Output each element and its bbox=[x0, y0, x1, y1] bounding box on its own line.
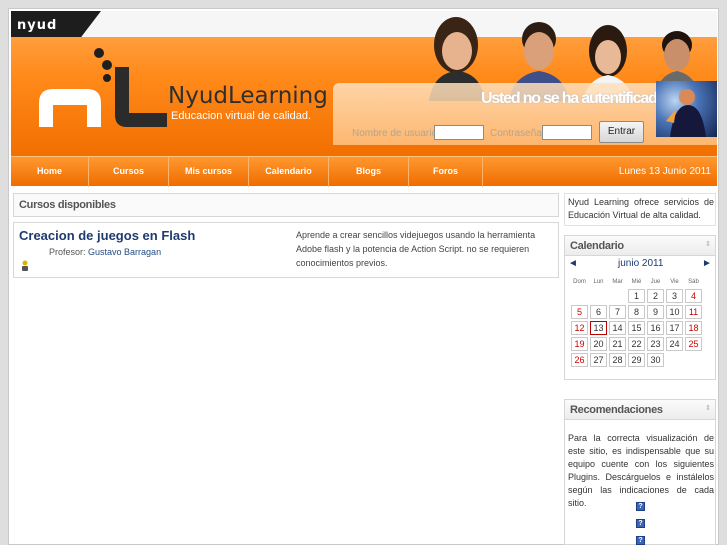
calendar-day[interactable]: 22 bbox=[628, 337, 645, 351]
calendar-day[interactable]: 25 bbox=[685, 337, 702, 351]
profile-photo bbox=[656, 81, 717, 137]
nav-home[interactable]: Home bbox=[11, 157, 89, 187]
nav-foros[interactable]: Foros bbox=[409, 157, 483, 187]
calendar-month[interactable]: junio 2011 bbox=[618, 258, 663, 269]
about-text: Nyud Learning ofrece servicios de Educac… bbox=[568, 197, 714, 220]
login-button[interactable]: Entrar bbox=[599, 121, 644, 143]
calendar-empty bbox=[609, 289, 626, 303]
mini-logo[interactable]: nyud bbox=[17, 18, 57, 33]
courses-heading: Cursos disponibles bbox=[14, 194, 558, 216]
calendar-day[interactable]: 30 bbox=[647, 353, 664, 367]
professor-label: Profesor: bbox=[49, 247, 86, 257]
calendar-heading: Calendario bbox=[565, 236, 715, 256]
tagline: Educacion virtual de calidad. bbox=[171, 110, 312, 122]
calendar-day[interactable]: 2 bbox=[647, 289, 664, 303]
nav-cursos[interactable]: Cursos bbox=[89, 157, 169, 187]
calendar-day[interactable]: 10 bbox=[666, 305, 683, 319]
nav-mis-cursos[interactable]: Mis cursos bbox=[169, 157, 249, 187]
calendar-day[interactable]: 17 bbox=[666, 321, 683, 335]
calendar-day[interactable]: 18 bbox=[685, 321, 702, 335]
calendar-empty bbox=[571, 289, 588, 303]
brand-name: NyudLearning bbox=[168, 83, 328, 109]
calendar-weekday: Lun bbox=[593, 278, 604, 285]
calendar-weekday: Jue bbox=[650, 278, 661, 285]
calendar-day[interactable]: 16 bbox=[647, 321, 664, 335]
username-label: Nombre de usuario bbox=[352, 128, 438, 139]
calendar-day[interactable]: 15 bbox=[628, 321, 645, 335]
about-box: Nyud Learning ofrece servicios de Educac… bbox=[564, 193, 716, 226]
calendar-next-icon[interactable]: ► bbox=[702, 258, 712, 269]
calendar-day[interactable]: 5 bbox=[571, 305, 588, 319]
collapse-icon[interactable]: ⇕ bbox=[705, 240, 711, 248]
nyud-logo-icon[interactable] bbox=[31, 45, 171, 137]
password-label: Contraseña bbox=[490, 128, 542, 139]
not-authenticated-text: Usted no se ha autentificado. bbox=[481, 90, 670, 107]
calendar-prev-icon[interactable]: ◄ bbox=[568, 258, 578, 269]
main-nav: Home Cursos Mis cursos Calendario Blogs … bbox=[11, 156, 717, 187]
course-description: Aprende a crear sencillos videjuegos usa… bbox=[296, 230, 536, 268]
user-icon bbox=[22, 260, 28, 271]
calendar-grid: Dom Lun Mar Mié Jue Vie Sáb 1 2 3 4 5 6 7 8 9 10 11 12 13 1… bbox=[569, 274, 704, 369]
plugin-icon[interactable]: ? bbox=[636, 519, 645, 528]
calendar-empty bbox=[685, 353, 702, 367]
professor-link[interactable]: Gustavo Barragan bbox=[88, 247, 161, 257]
calendar-weekday: Mié bbox=[631, 278, 642, 285]
calendar-day[interactable]: 24 bbox=[666, 337, 683, 351]
course-title[interactable]: Creacion de juegos en Flash bbox=[19, 228, 195, 243]
calendar-day[interactable]: 12 bbox=[571, 321, 588, 335]
calendar-empty bbox=[590, 289, 607, 303]
course-professor: Profesor: Gustavo Barragan bbox=[49, 247, 161, 257]
calendar-day[interactable]: 9 bbox=[647, 305, 664, 319]
current-date: Lunes 13 Junio 2011 bbox=[618, 166, 711, 177]
calendar-weekday: Sáb bbox=[688, 278, 699, 285]
plugin-icon[interactable]: ? bbox=[636, 536, 645, 545]
calendar-day[interactable]: 29 bbox=[628, 353, 645, 367]
calendar-day[interactable]: 21 bbox=[609, 337, 626, 351]
calendar-weekday: Vie bbox=[670, 278, 679, 285]
username-input[interactable] bbox=[434, 125, 484, 140]
calendar-day[interactable]: 7 bbox=[609, 305, 626, 319]
password-input[interactable] bbox=[542, 125, 592, 140]
calendar-day[interactable]: 4 bbox=[685, 289, 702, 303]
calendar-day[interactable]: 26 bbox=[571, 353, 588, 367]
collapse-icon[interactable]: ⇕ bbox=[705, 404, 711, 412]
nav-calendario[interactable]: Calendario bbox=[249, 157, 329, 187]
calendar-day[interactable]: 8 bbox=[628, 305, 645, 319]
calendar-day[interactable]: 14 bbox=[609, 321, 626, 335]
calendar-day[interactable]: 1 bbox=[628, 289, 645, 303]
calendar-day[interactable]: 20 bbox=[590, 337, 607, 351]
calendar-empty bbox=[666, 353, 683, 367]
calendar-day[interactable]: 6 bbox=[590, 305, 607, 319]
calendar-today[interactable]: 13 bbox=[590, 321, 607, 335]
calendar-day[interactable]: 28 bbox=[609, 353, 626, 367]
plugin-icon[interactable]: ? bbox=[636, 502, 645, 511]
calendar-weekday: Mar bbox=[612, 278, 623, 285]
recommendations-heading: Recomendaciones bbox=[565, 400, 715, 420]
course-item: Creacion de juegos en Flash Profesor: Gu… bbox=[13, 222, 559, 278]
nav-blogs[interactable]: Blogs bbox=[329, 157, 409, 187]
calendar-weekday: Dom bbox=[573, 278, 586, 285]
calendar-day[interactable]: 23 bbox=[647, 337, 664, 351]
recommendations-block: Recomendaciones ⇕ Para la correcta visua… bbox=[564, 399, 716, 545]
recommendations-text: Para la correcta visualización de este s… bbox=[568, 433, 714, 508]
calendar-block: Calendario ⇕ ◄ junio 2011 ► Dom Lun Mar Mié… bbox=[564, 235, 716, 380]
courses-panel: Cursos disponibles bbox=[13, 193, 559, 217]
site-header: nyud NyudLearning Educacion virtual de c… bbox=[11, 11, 717, 156]
calendar-day[interactable]: 27 bbox=[590, 353, 607, 367]
calendar-day[interactable]: 19 bbox=[571, 337, 588, 351]
calendar-day[interactable]: 11 bbox=[685, 305, 702, 319]
calendar-day[interactable]: 3 bbox=[666, 289, 683, 303]
